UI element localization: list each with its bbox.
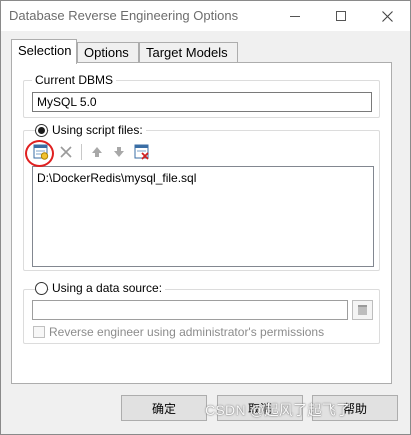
current-dbms-label: Current DBMS (32, 73, 117, 87)
tab-selection[interactable]: Selection (11, 39, 77, 64)
minimize-icon (290, 15, 300, 17)
selection-panel: Current DBMS MySQL 5.0 Using script file… (11, 62, 392, 384)
data-source-radio-label: Using a data source: (49, 281, 166, 295)
clear-list-icon[interactable] (133, 143, 151, 161)
admin-permissions-label: Reverse engineer using administrator's p… (49, 325, 325, 339)
minimize-button[interactable] (272, 1, 318, 31)
watermark: CSDN @起风了起飞了 (205, 402, 351, 418)
data-source-radio[interactable] (35, 282, 48, 295)
data-source-field[interactable] (32, 300, 348, 320)
close-button[interactable] (364, 1, 410, 31)
maximize-icon (336, 11, 346, 21)
database-icon (358, 305, 367, 315)
list-item[interactable]: D:\DockerRedis\mysql_file.sql (37, 171, 369, 185)
highlight-circle (25, 140, 54, 167)
data-source-browse-button[interactable] (352, 300, 373, 320)
current-dbms-field: MySQL 5.0 (32, 92, 372, 112)
admin-permissions-checkbox[interactable] (33, 326, 45, 338)
close-icon (381, 10, 393, 22)
arrow-up-icon[interactable] (88, 143, 106, 161)
delete-icon[interactable] (57, 143, 75, 161)
title-bar: Database Reverse Engineering Options (1, 1, 410, 31)
tab-options[interactable]: Options (77, 42, 139, 63)
window-title: Database Reverse Engineering Options (9, 8, 239, 23)
script-files-radio-label: Using script files: (49, 123, 146, 137)
ok-button[interactable]: 确定 (121, 395, 207, 421)
maximize-button[interactable] (318, 1, 364, 31)
toolbar-separator (81, 144, 82, 160)
arrow-down-icon[interactable] (110, 143, 128, 161)
script-files-radio[interactable] (35, 124, 48, 137)
tab-target-models[interactable]: Target Models (139, 42, 238, 63)
script-files-list[interactable]: D:\DockerRedis\mysql_file.sql (32, 166, 374, 267)
dialog-window: Database Reverse Engineering Options Sel… (0, 0, 411, 435)
